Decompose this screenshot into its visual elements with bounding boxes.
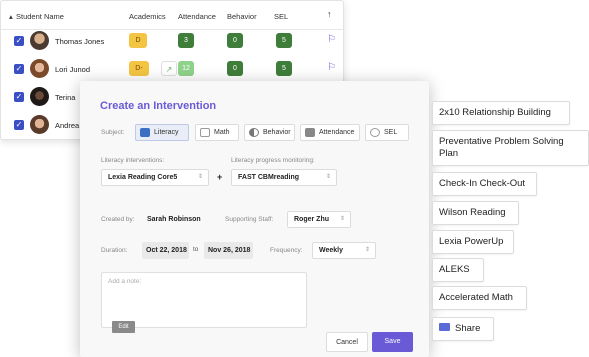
share-button[interactable]: Share: [432, 317, 494, 341]
column-sel[interactable]: SEL: [274, 12, 288, 21]
student-name[interactable]: Andrea: [55, 121, 79, 130]
flag-icon[interactable]: ⚐: [327, 62, 336, 73]
book-icon: [140, 128, 150, 137]
sort-arrow-icon[interactable]: ↑: [327, 9, 332, 19]
row-checkbox[interactable]: ✓: [14, 92, 24, 102]
academics-badge: D: [129, 33, 147, 48]
start-date-field[interactable]: Oct 22, 2018: [142, 242, 189, 259]
column-student-name[interactable]: Student Name: [16, 12, 64, 21]
avatar: [30, 115, 49, 134]
monitoring-select[interactable]: FAST CBMreading ⇕: [231, 169, 337, 186]
sel-badge: 5: [276, 61, 292, 76]
tag-relationship-building[interactable]: 2x10 Relationship Building: [432, 101, 570, 125]
frequency-label: Frequency:: [270, 247, 303, 254]
plus-icon: +: [217, 172, 223, 182]
note-placeholder: Add a note:: [108, 278, 142, 285]
row-checkbox[interactable]: ✓: [14, 36, 24, 46]
tag-wilson-reading[interactable]: Wilson Reading: [432, 201, 519, 225]
interventions-select[interactable]: Lexia Reading Core5 ⇕: [101, 169, 209, 186]
avatar: [30, 87, 49, 106]
column-attendance[interactable]: Attendance: [178, 12, 216, 21]
attendance-badge: 3: [178, 33, 194, 48]
tab-literacy[interactable]: Literacy: [135, 124, 189, 141]
created-by-value: Sarah Robinson: [147, 216, 201, 223]
create-intervention-modal: Create an Intervention Subject: Literacy…: [80, 81, 429, 357]
row-checkbox[interactable]: ✓: [14, 120, 24, 130]
table-row[interactable]: ✓ Lori Junod D- ↗ 12 0 5 ⚐: [1, 55, 343, 83]
mail-icon: [439, 323, 450, 332]
monitoring-label: Literacy progress monitoring:: [231, 157, 315, 164]
sort-caret-icon[interactable]: ▴: [9, 12, 13, 21]
tab-attendance[interactable]: Attendance: [300, 124, 360, 141]
avatar: [30, 31, 49, 50]
staff-select[interactable]: Roger Zhu ⇕: [287, 211, 351, 228]
behavior-icon: [249, 128, 259, 137]
tab-math[interactable]: Math: [195, 124, 239, 141]
select-arrows-icon: ⇕: [325, 174, 331, 180]
subject-label: Subject:: [101, 129, 125, 136]
avatar: [30, 59, 49, 78]
heart-icon: [370, 128, 380, 137]
note-textarea[interactable]: Add a note:: [101, 272, 307, 328]
student-name[interactable]: Terina: [55, 93, 75, 102]
tab-behavior[interactable]: Behavior: [244, 124, 295, 141]
to-label: to: [193, 246, 199, 253]
duration-label: Duration:: [101, 247, 128, 254]
column-academics[interactable]: Academics: [129, 12, 166, 21]
edit-button[interactable]: Edit: [112, 321, 135, 333]
tag-accelerated-math[interactable]: Accelerated Math: [432, 286, 527, 310]
select-arrows-icon: ⇕: [364, 247, 370, 253]
sel-badge: 5: [276, 33, 292, 48]
academics-badge: D-: [129, 61, 149, 76]
tag-aleks[interactable]: ALEKS: [432, 258, 484, 282]
select-arrows-icon: ⇕: [339, 216, 345, 222]
student-name[interactable]: Lori Junod: [55, 65, 90, 74]
behavior-badge: 0: [227, 33, 243, 48]
save-button[interactable]: Save: [372, 332, 413, 352]
table-row[interactable]: ✓ Thomas Jones D 3 0 5 ⚐: [1, 27, 343, 55]
table-header: ▴ Student Name Academics Attendance Beha…: [1, 1, 343, 30]
modal-title: Create an Intervention: [100, 100, 217, 112]
frequency-select[interactable]: Weekly ⇕: [312, 242, 376, 259]
tab-sel[interactable]: SEL: [365, 124, 409, 141]
behavior-badge: 0: [227, 61, 243, 76]
tag-problem-solving-plan[interactable]: Preventative Problem Solving Plan: [432, 130, 589, 166]
trend-icon: ↗: [161, 61, 177, 76]
calculator-icon: [200, 128, 210, 137]
select-arrows-icon: ⇕: [197, 174, 203, 180]
student-name[interactable]: Thomas Jones: [55, 37, 104, 46]
staff-label: Supporting Staff:: [225, 216, 274, 223]
created-by-label: Created by:: [101, 216, 135, 223]
attendance-badge: 12: [178, 61, 194, 76]
tag-check-in-check-out[interactable]: Check-In Check-Out: [432, 172, 537, 196]
tag-lexia-powerup[interactable]: Lexia PowerUp: [432, 230, 514, 254]
share-label: Share: [455, 323, 481, 334]
flag-icon[interactable]: ⚐: [327, 34, 336, 45]
interventions-label: Literacy interventions:: [101, 157, 165, 164]
check-square-icon: [305, 128, 315, 137]
end-date-field[interactable]: Nov 26, 2018: [204, 242, 253, 259]
cancel-button[interactable]: Cancel: [326, 332, 368, 352]
column-behavior[interactable]: Behavior: [227, 12, 257, 21]
row-checkbox[interactable]: ✓: [14, 64, 24, 74]
